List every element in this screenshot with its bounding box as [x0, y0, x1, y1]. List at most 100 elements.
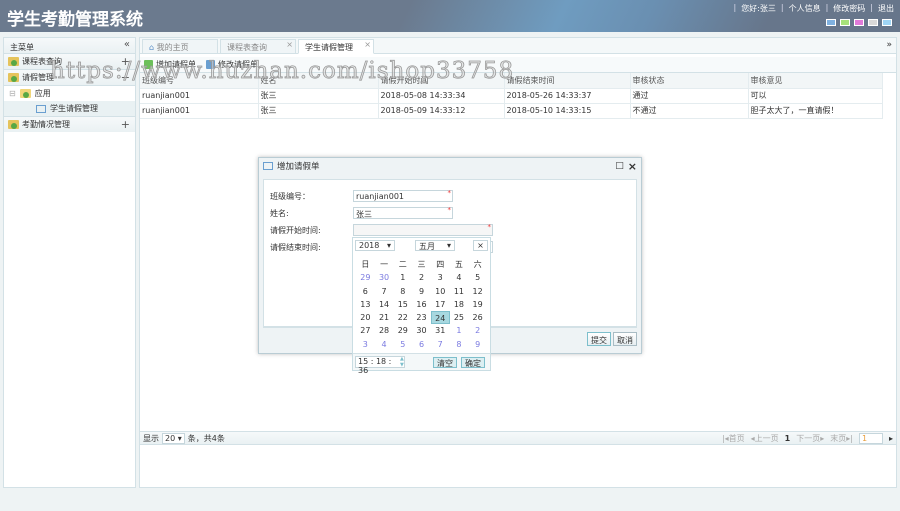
submit-button[interactable]: 提交	[587, 332, 611, 346]
label: 下一页	[796, 433, 821, 443]
calendar-day[interactable]: 15	[393, 298, 412, 311]
year-select[interactable]: 2018 ▾	[355, 240, 395, 251]
change-password-link[interactable]: 修改密码	[833, 3, 865, 14]
calendar-day[interactable]: 20	[356, 311, 375, 324]
tab-home[interactable]: ⌂ 我的主页	[142, 39, 218, 54]
calendar-day[interactable]: 11	[450, 285, 469, 298]
name-input[interactable]: 张三 *	[353, 206, 453, 219]
page-size-select[interactable]: 20 ▾	[162, 432, 185, 444]
calendar-day[interactable]: 6	[412, 338, 431, 351]
tab-course[interactable]: 课程表查询 ×	[220, 39, 296, 54]
calendar-day[interactable]: 5	[468, 271, 487, 284]
cancel-button[interactable]: 取消	[613, 332, 637, 346]
clear-button[interactable]: 清空	[433, 357, 457, 368]
next-page-button[interactable]: 下一页▸	[796, 433, 824, 444]
first-page-button[interactable]: |◂首页	[722, 433, 745, 444]
goto-page-input[interactable]: 1	[858, 432, 883, 444]
calendar-day[interactable]: 18	[450, 298, 469, 311]
calendar-day[interactable]: 16	[412, 298, 431, 311]
sidebar-item-attendance[interactable]: 考勤情况管理 +	[4, 116, 135, 132]
calendar-day[interactable]: 5	[393, 338, 412, 351]
calendar-day[interactable]: 10	[431, 285, 450, 298]
calendar-day[interactable]: 26	[468, 311, 487, 324]
prev-page-button[interactable]: ◂上一页	[751, 433, 779, 444]
tree-minus-icon[interactable]: ⊟	[9, 89, 16, 98]
calendar-day[interactable]: 29	[356, 271, 375, 284]
expand-icon[interactable]: +	[121, 118, 130, 131]
time-input[interactable]: 15 : 18 : 36	[355, 356, 405, 375]
expand-icon[interactable]: +	[121, 55, 130, 68]
column-header[interactable]: 姓名	[258, 73, 379, 89]
calendar-day[interactable]: 9	[468, 338, 487, 351]
calendar-day[interactable]: 22	[393, 311, 412, 324]
calendar-day[interactable]: 30	[375, 271, 394, 284]
close-picker-button[interactable]: ×	[473, 240, 488, 251]
column-header[interactable]: 审核意见	[748, 73, 883, 89]
table-row[interactable]: ruanjian001 张三 2018-05-08 14:33:34 2018-05-…	[140, 88, 883, 104]
calendar-day[interactable]: 6	[356, 285, 375, 298]
logout-link[interactable]: 退出	[878, 3, 894, 14]
calendar-day[interactable]: 12	[468, 285, 487, 298]
column-header[interactable]: 请假结束时间	[504, 73, 631, 89]
calendar-day[interactable]: 23	[412, 311, 431, 324]
edit-leave-button[interactable]: 修改请假单	[206, 60, 258, 69]
calendar-day[interactable]: 17	[431, 298, 450, 311]
close-icon[interactable]: ×	[364, 40, 371, 49]
calendar-day[interactable]: 1	[450, 324, 469, 337]
theme-green[interactable]	[840, 19, 850, 26]
calendar-day[interactable]: 3	[431, 271, 450, 284]
time-spinner-icon[interactable]: ▲ ▼	[400, 356, 404, 368]
calendar-day[interactable]: 21	[375, 311, 394, 324]
close-icon[interactable]: ×	[628, 160, 637, 173]
add-leave-button[interactable]: 增加请假单	[144, 60, 196, 69]
column-header[interactable]: 审核状态	[630, 73, 749, 89]
calendar-day[interactable]: 4	[375, 338, 394, 351]
column-header[interactable]: 班级编号	[140, 73, 259, 89]
maximize-icon[interactable]: □	[615, 161, 624, 171]
go-icon[interactable]: ▸	[889, 434, 893, 443]
table-row[interactable]: ruanjian001 张三 2018-05-09 14:33:12 2018-05-…	[140, 103, 883, 119]
close-icon[interactable]: ×	[286, 40, 293, 49]
calendar-day[interactable]: 1	[393, 271, 412, 284]
calendar-day[interactable]: 3	[356, 338, 375, 351]
start-time-input[interactable]: *	[353, 223, 493, 236]
profile-link[interactable]: 个人信息	[789, 3, 821, 14]
calendar-day[interactable]: 19	[468, 298, 487, 311]
tree-item-leave-management[interactable]: 学生请假管理	[4, 101, 135, 116]
calendar-day[interactable]: 30	[412, 324, 431, 337]
calendar-day[interactable]: 13	[356, 298, 375, 311]
pagination: 显示 20 ▾ 条，共4条 |◂首页 ◂上一页 1 下一页▸ 末页▸| 1 ▸	[140, 431, 896, 445]
calendar-day[interactable]: 24	[430, 311, 450, 325]
theme-light-blue[interactable]	[882, 19, 892, 26]
confirm-button[interactable]: 确定	[461, 357, 485, 368]
tab-label: 学生请假管理	[305, 43, 353, 52]
calendar-day[interactable]: 2	[412, 271, 431, 284]
theme-blue[interactable]	[826, 19, 836, 26]
calendar-day[interactable]: 14	[375, 298, 394, 311]
calendar-day[interactable]: 25	[450, 311, 469, 324]
calendar-day[interactable]: 8	[393, 285, 412, 298]
collapse-icon[interactable]: −	[121, 71, 130, 84]
sidebar-item-leave[interactable]: 请假管理 −	[4, 70, 135, 86]
column-header[interactable]: 请假开始时间	[378, 73, 505, 89]
month-select[interactable]: 五月 ▾	[415, 240, 455, 251]
tree-folder[interactable]: ⊟ 应用	[4, 86, 135, 101]
calendar-day[interactable]: 7	[431, 338, 450, 351]
calendar-day[interactable]: 4	[450, 271, 469, 284]
sidebar-item-course[interactable]: 课程表查询 +	[4, 54, 135, 70]
theme-pink[interactable]	[854, 19, 864, 26]
calendar-day[interactable]: 28	[375, 324, 394, 337]
last-page-button[interactable]: 末页▸|	[830, 433, 853, 444]
calendar-day[interactable]: 29	[393, 324, 412, 337]
theme-gray[interactable]	[868, 19, 878, 26]
tab-leave-management[interactable]: 学生请假管理 ×	[298, 39, 374, 54]
calendar-day[interactable]: 8	[450, 338, 469, 351]
calendar-day[interactable]: 2	[468, 324, 487, 337]
calendar-day[interactable]: 27	[356, 324, 375, 337]
calendar-day[interactable]: 31	[431, 324, 450, 337]
calendar-day[interactable]: 9	[412, 285, 431, 298]
class-id-input[interactable]: ruanjian001 *	[353, 189, 453, 202]
tab-menu-icon[interactable]: »	[886, 40, 892, 50]
collapse-icon[interactable]: «	[124, 39, 130, 50]
calendar-day[interactable]: 7	[375, 285, 394, 298]
